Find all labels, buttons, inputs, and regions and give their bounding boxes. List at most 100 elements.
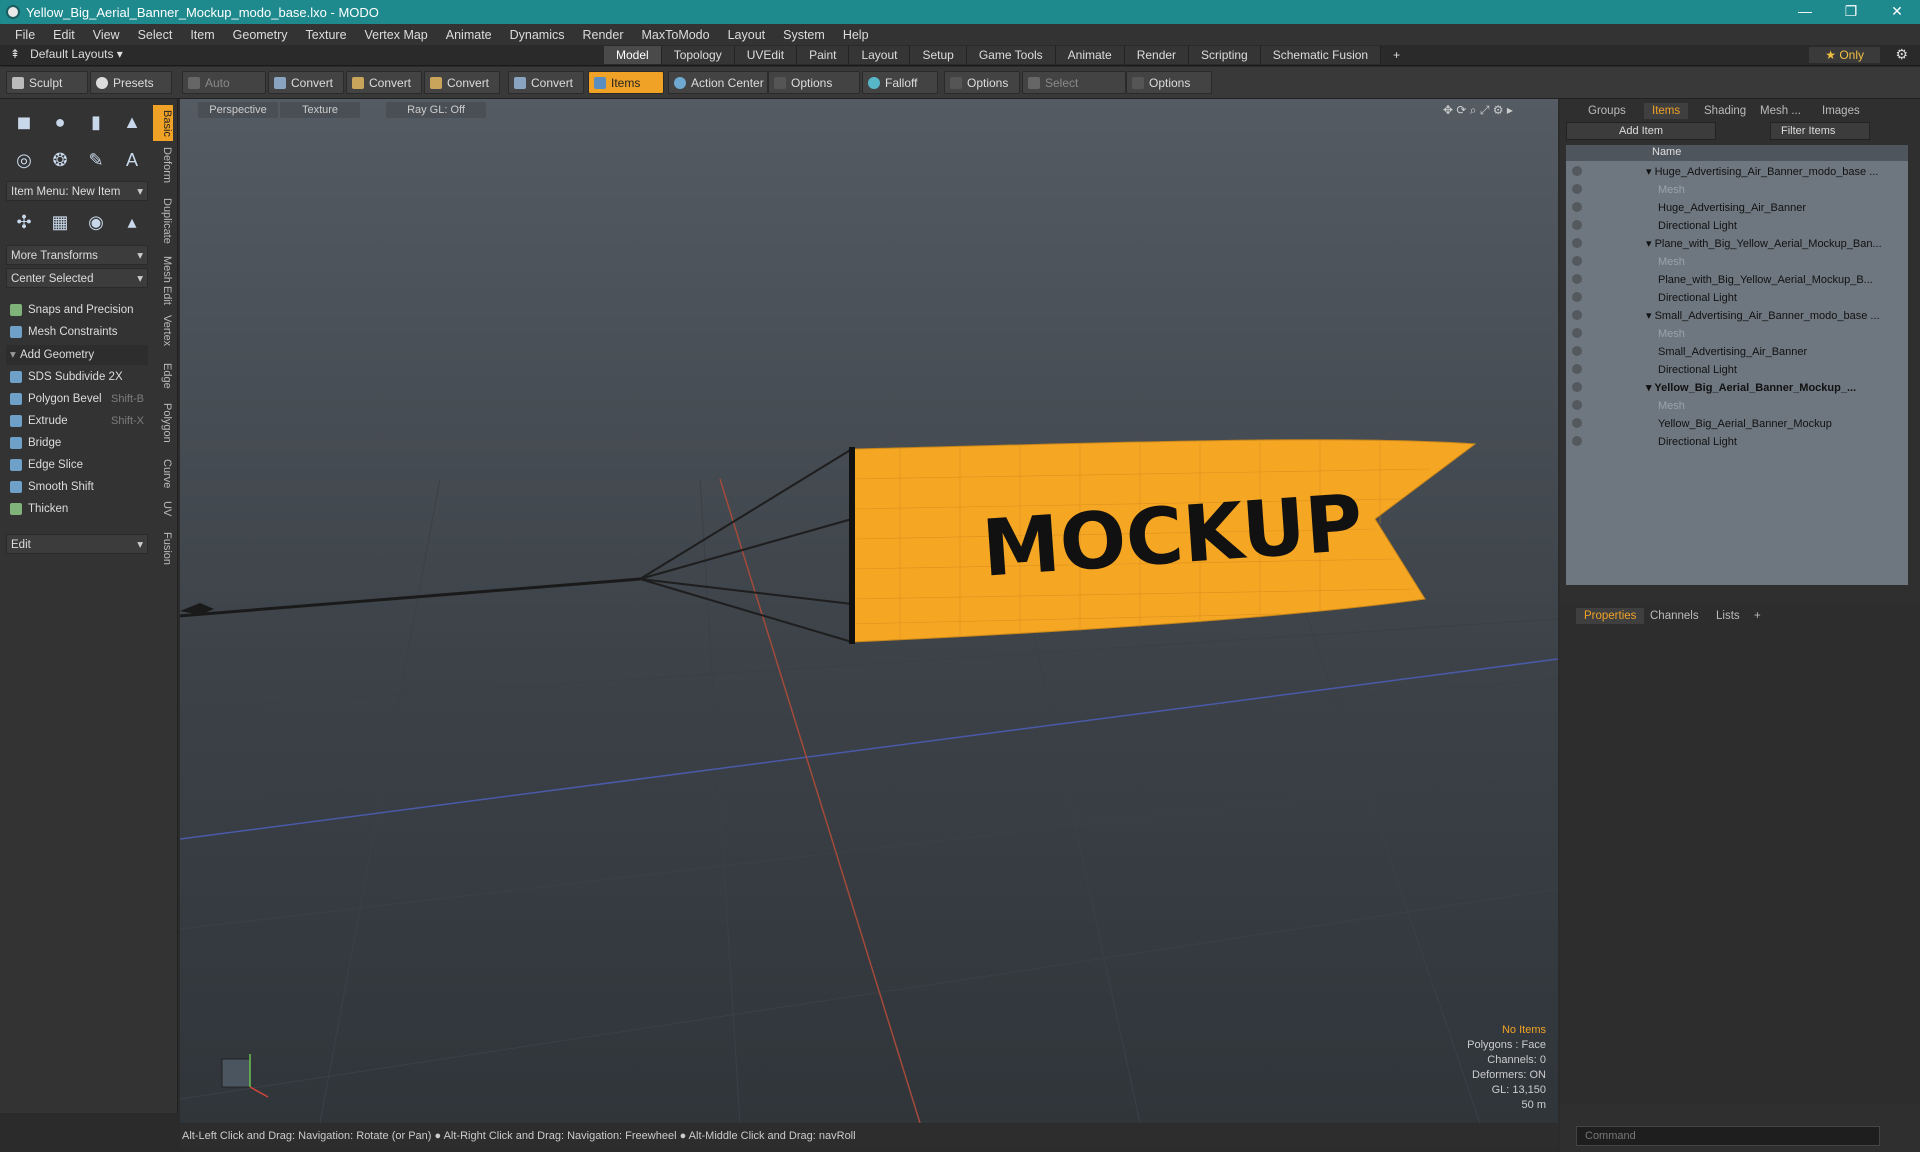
vtab-polygon[interactable]: Polygon: [153, 401, 173, 445]
menu-item[interactable]: Item: [181, 28, 223, 42]
menu-animate[interactable]: Animate: [437, 28, 501, 42]
item-menu-dropdown[interactable]: Item Menu: New Item: [6, 181, 148, 202]
tab-items[interactable]: Items: [1644, 103, 1689, 119]
visibility-eye-icon[interactable]: [1572, 328, 1582, 338]
item-row[interactable]: Directional Light: [1566, 289, 1908, 307]
view-perspective-dropdown[interactable]: Perspective: [198, 102, 278, 118]
add-tab-button[interactable]: +: [1381, 46, 1412, 64]
snaps-and-precision-button[interactable]: Snaps and Precision: [6, 300, 148, 320]
item-row[interactable]: ▾ Small_Advertising_Air_Banner_modo_base…: [1566, 307, 1908, 325]
sphere-primitive-icon[interactable]: ●: [42, 105, 78, 139]
menu-help[interactable]: Help: [834, 28, 878, 42]
transform-tool-icon[interactable]: ✣: [6, 205, 42, 239]
more-transforms-dropdown[interactable]: More Transforms: [6, 245, 148, 266]
menu-dynamics[interactable]: Dynamics: [501, 28, 574, 42]
bridge-button[interactable]: Bridge: [6, 433, 148, 453]
tab-images[interactable]: Images: [1814, 103, 1868, 119]
menu-system[interactable]: System: [774, 28, 834, 42]
tab-groups[interactable]: Groups: [1580, 103, 1634, 119]
command-input[interactable]: Command: [1576, 1126, 1880, 1146]
visibility-eye-icon[interactable]: [1572, 202, 1582, 212]
item-row[interactable]: Mesh: [1566, 397, 1908, 415]
close-button[interactable]: ✕: [1874, 0, 1920, 24]
gear-icon[interactable]: ⚙: [1895, 46, 1908, 63]
menu-edit[interactable]: Edit: [44, 28, 84, 42]
vtab-fusion[interactable]: Fusion: [153, 531, 173, 567]
tab-channels[interactable]: Channels: [1642, 608, 1707, 624]
menu-file[interactable]: File: [6, 28, 44, 42]
tab-topology[interactable]: Topology: [661, 46, 735, 64]
sculpt-button[interactable]: Sculpt: [6, 71, 88, 94]
falloff-button[interactable]: Falloff: [862, 71, 938, 94]
vtab-curve[interactable]: Curve: [153, 457, 173, 491]
items-mode-button[interactable]: Items: [588, 71, 664, 94]
pyramid-tool-icon[interactable]: ▴: [114, 205, 150, 239]
tab-render[interactable]: Render: [1124, 46, 1190, 64]
convert-vertices-button[interactable]: Convert: [268, 71, 344, 94]
item-row[interactable]: Huge_Advertising_Air_Banner: [1566, 199, 1908, 217]
visibility-eye-icon[interactable]: [1572, 292, 1582, 302]
tab-schematic-fusion[interactable]: Schematic Fusion: [1260, 46, 1382, 64]
menu-vertex-map[interactable]: Vertex Map: [356, 28, 437, 42]
tab-setup[interactable]: Setup: [910, 46, 967, 64]
presets-button[interactable]: Presets F6: [90, 71, 172, 113]
tab-model[interactable]: Model: [604, 46, 662, 64]
visibility-eye-icon[interactable]: [1572, 382, 1582, 392]
item-row[interactable]: ▾ Yellow_Big_Aerial_Banner_Mockup_...: [1566, 379, 1908, 397]
visibility-eye-icon[interactable]: [1572, 418, 1582, 428]
item-row[interactable]: Directional Light: [1566, 361, 1908, 379]
menu-layout[interactable]: Layout: [719, 28, 775, 42]
cube-primitive-icon[interactable]: ◼: [6, 105, 42, 139]
item-row[interactable]: ▾ Plane_with_Big_Yellow_Aerial_Mockup_Ba…: [1566, 235, 1908, 253]
viewport-nav-icons[interactable]: ✥ ⟳ ⌕ ⤢ ⚙ ▸: [1435, 102, 1535, 118]
minimize-button[interactable]: —: [1782, 0, 1828, 24]
menu-select[interactable]: Select: [129, 28, 182, 42]
extrude-button[interactable]: Extrude Shift-X: [6, 411, 148, 431]
text-tool-icon[interactable]: A: [114, 143, 150, 177]
only-toggle[interactable]: ★ Only: [1809, 47, 1880, 63]
capsule-primitive-icon[interactable]: ❂: [42, 143, 78, 177]
raygl-toggle[interactable]: Ray GL: Off: [386, 102, 486, 118]
visibility-eye-icon[interactable]: [1572, 220, 1582, 230]
add-geometry-section[interactable]: ▾ Add Geometry: [6, 345, 148, 365]
cylinder-primitive-icon[interactable]: ▮: [78, 105, 114, 139]
edit-dropdown[interactable]: Edit: [6, 534, 148, 555]
item-row[interactable]: Directional Light: [1566, 433, 1908, 451]
3d-viewport[interactable]: MOCKUP Perspective Texture Ray GL: Off ✥…: [180, 99, 1558, 1123]
visibility-eye-icon[interactable]: [1572, 274, 1582, 284]
sds-subdivide-button[interactable]: SDS Subdivide 2X: [6, 367, 148, 387]
menu-view[interactable]: View: [84, 28, 129, 42]
thicken-button[interactable]: Thicken: [6, 499, 148, 519]
select-through-button[interactable]: Select Through: [1022, 71, 1126, 113]
convert-polygons-button[interactable]: Convert: [424, 71, 500, 94]
menu-maxtomodo[interactable]: MaxToModo: [633, 28, 719, 42]
edge-slice-button[interactable]: Edge Slice: [6, 455, 148, 475]
action-center-button[interactable]: Action Center: [668, 71, 768, 94]
mesh-constraints-button[interactable]: Mesh Constraints: [6, 322, 148, 342]
action-center-options-button[interactable]: Options: [768, 71, 860, 94]
tab-scripting[interactable]: Scripting: [1189, 46, 1261, 64]
center-selected-dropdown[interactable]: Center Selected: [6, 268, 148, 289]
view-shading-dropdown[interactable]: Texture: [280, 102, 360, 118]
menu-render[interactable]: Render: [574, 28, 633, 42]
auto-select-button[interactable]: Auto Select: [182, 71, 266, 113]
vtab-uv[interactable]: UV: [153, 499, 173, 519]
visibility-eye-icon[interactable]: [1572, 400, 1582, 410]
tab-uvedit[interactable]: UVEdit: [734, 46, 798, 64]
item-row[interactable]: Small_Advertising_Air_Banner: [1566, 343, 1908, 361]
item-row[interactable]: ▾ Huge_Advertising_Air_Banner_modo_base …: [1566, 163, 1908, 181]
item-row[interactable]: Yellow_Big_Aerial_Banner_Mockup: [1566, 415, 1908, 433]
item-row[interactable]: Mesh: [1566, 181, 1908, 199]
vtab-edge[interactable]: Edge: [153, 361, 173, 391]
tab-layout[interactable]: Layout: [849, 46, 911, 64]
vtab-mesh-edit[interactable]: Mesh Edit: [153, 255, 173, 305]
torus-primitive-icon[interactable]: ◎: [6, 143, 42, 177]
convert-edges-button[interactable]: Convert: [346, 71, 422, 94]
tab-lists[interactable]: Lists: [1708, 608, 1748, 624]
add-item-dropdown[interactable]: Add Item: [1566, 122, 1716, 140]
tab-paint[interactable]: Paint: [797, 46, 850, 64]
add-properties-tab-button[interactable]: +: [1746, 608, 1769, 624]
tab-shading[interactable]: Shading: [1696, 103, 1754, 119]
visibility-eye-icon[interactable]: [1572, 184, 1582, 194]
visibility-eye-icon[interactable]: [1572, 364, 1582, 374]
